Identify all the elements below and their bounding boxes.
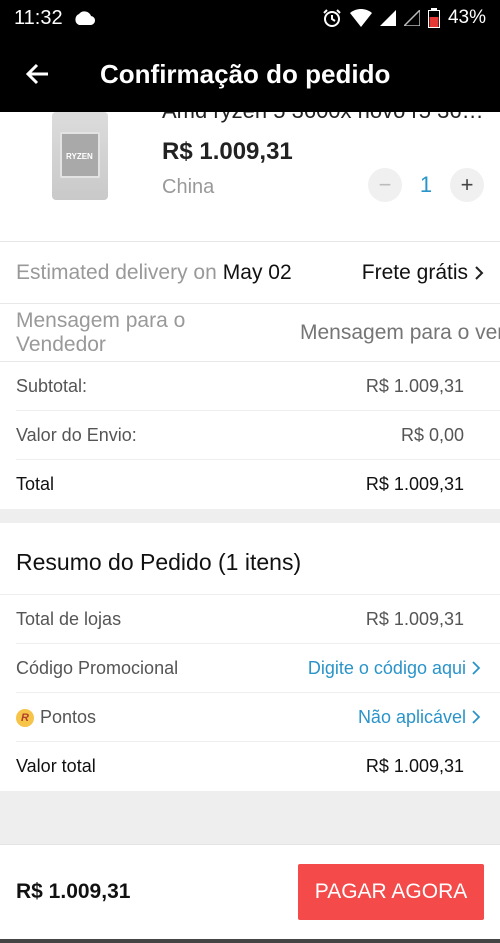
promo-code-label: Código Promocional	[16, 657, 179, 678]
seller-message-input[interactable]	[300, 320, 500, 345]
order-summary-title: Resumo do Pedido (1 itens)	[0, 523, 500, 595]
total-label: Total	[16, 474, 55, 494]
product-image[interactable]: RYZEN	[52, 112, 108, 200]
grand-total-row: Valor total R$ 1.009,31	[16, 742, 500, 791]
signal-icon	[379, 10, 396, 26]
signal-empty-icon	[403, 10, 420, 26]
total-row: Total R$ 1.009,31	[16, 460, 500, 509]
points-link[interactable]: Não aplicável	[358, 707, 480, 728]
product-title[interactable]: Amd ryzen 5 3600x novo r5 36…	[162, 112, 492, 124]
stores-total-row: Total de lojas R$ 1.009,31	[16, 595, 500, 644]
stores-total-label: Total de lojas	[16, 608, 122, 629]
battery-icon	[427, 8, 440, 28]
promo-code-link-text: Digite o código aqui	[307, 657, 466, 678]
shipping-cost-row: Valor do Envio: R$ 0,00	[16, 411, 500, 460]
subtotal-row: Subtotal: R$ 1.009,31	[16, 362, 500, 411]
promo-code-link[interactable]: Digite o código aqui	[308, 658, 480, 679]
battery-percent: 43%	[447, 7, 486, 28]
delivery-date: May 02	[222, 260, 292, 284]
stores-total-value: R$ 1.009,31	[365, 608, 464, 629]
chevron-right-icon	[472, 710, 480, 724]
wifi-icon	[349, 9, 372, 27]
grand-total-value: R$ 1.009,31	[365, 756, 464, 776]
shipping-cost-label: Valor do Envio:	[16, 424, 137, 445]
message-label: Mensagem para o Vendedor	[16, 308, 186, 356]
subtotal-label: Subtotal:	[16, 375, 88, 396]
quantity-value: 1	[419, 172, 433, 197]
total-value: R$ 1.009,31	[365, 474, 464, 494]
promo-code-row[interactable]: Código Promocional Digite o código aqui	[16, 644, 500, 693]
shipping-cost-value: R$ 0,00	[400, 424, 464, 445]
shipping-label: Frete grátis	[361, 260, 468, 284]
delivery-row: Estimated delivery on May 02 Frete gráti…	[0, 242, 500, 304]
pay-now-button[interactable]: PAGAR AGORA	[298, 864, 484, 920]
product-price: R$ 1.009,31	[162, 138, 293, 165]
order-summary: Resumo do Pedido (1 itens) Total de loja…	[0, 523, 500, 791]
chevron-right-icon	[472, 661, 480, 675]
footer-total: R$ 1.009,31	[16, 880, 131, 903]
seller-message-row: Mensagem para o Vendedor	[0, 304, 500, 362]
order-content[interactable]: RYZEN Amd ryzen 5 3600x novo r5 36… R$ 1…	[0, 112, 500, 844]
decrease-quantity-button[interactable]: −	[368, 168, 402, 202]
section-divider	[0, 509, 500, 523]
chip-label: RYZEN	[66, 152, 93, 161]
points-label: Pontos	[40, 706, 97, 727]
shipping-option[interactable]: Frete grátis	[362, 261, 484, 285]
subtotal-value: R$ 1.009,31	[365, 375, 464, 396]
page-title: Confirmação do pedido	[100, 58, 391, 89]
increase-quantity-button[interactable]: +	[450, 168, 484, 202]
product-origin: China	[162, 176, 215, 198]
back-button[interactable]	[0, 36, 76, 112]
cpu-chip-graphic: RYZEN	[60, 132, 100, 178]
alarm-icon	[323, 9, 341, 27]
app-bar: Confirmação do pedido	[0, 36, 500, 112]
checkout-footer: R$ 1.009,31 PAGAR AGORA	[0, 844, 500, 939]
bottom-edge	[0, 939, 500, 943]
quantity-stepper: − 1 +	[368, 168, 484, 202]
status-time: 11:32	[14, 6, 63, 29]
arrow-left-icon	[26, 63, 48, 85]
points-link-text: Não aplicável	[357, 706, 466, 727]
product-card: RYZEN Amd ryzen 5 3600x novo r5 36… R$ 1…	[0, 112, 500, 242]
points-coin-icon: R	[16, 708, 34, 727]
status-bar: 11:32 43%	[0, 0, 500, 36]
grand-total-label: Valor total	[16, 756, 96, 776]
price-summary: Subtotal: R$ 1.009,31 Valor do Envio: R$…	[0, 362, 500, 509]
cloud-icon	[75, 11, 95, 25]
points-row[interactable]: R Pontos Não aplicável	[16, 693, 500, 742]
delivery-label: Estimated delivery on	[16, 260, 217, 284]
chevron-right-icon	[475, 265, 484, 280]
